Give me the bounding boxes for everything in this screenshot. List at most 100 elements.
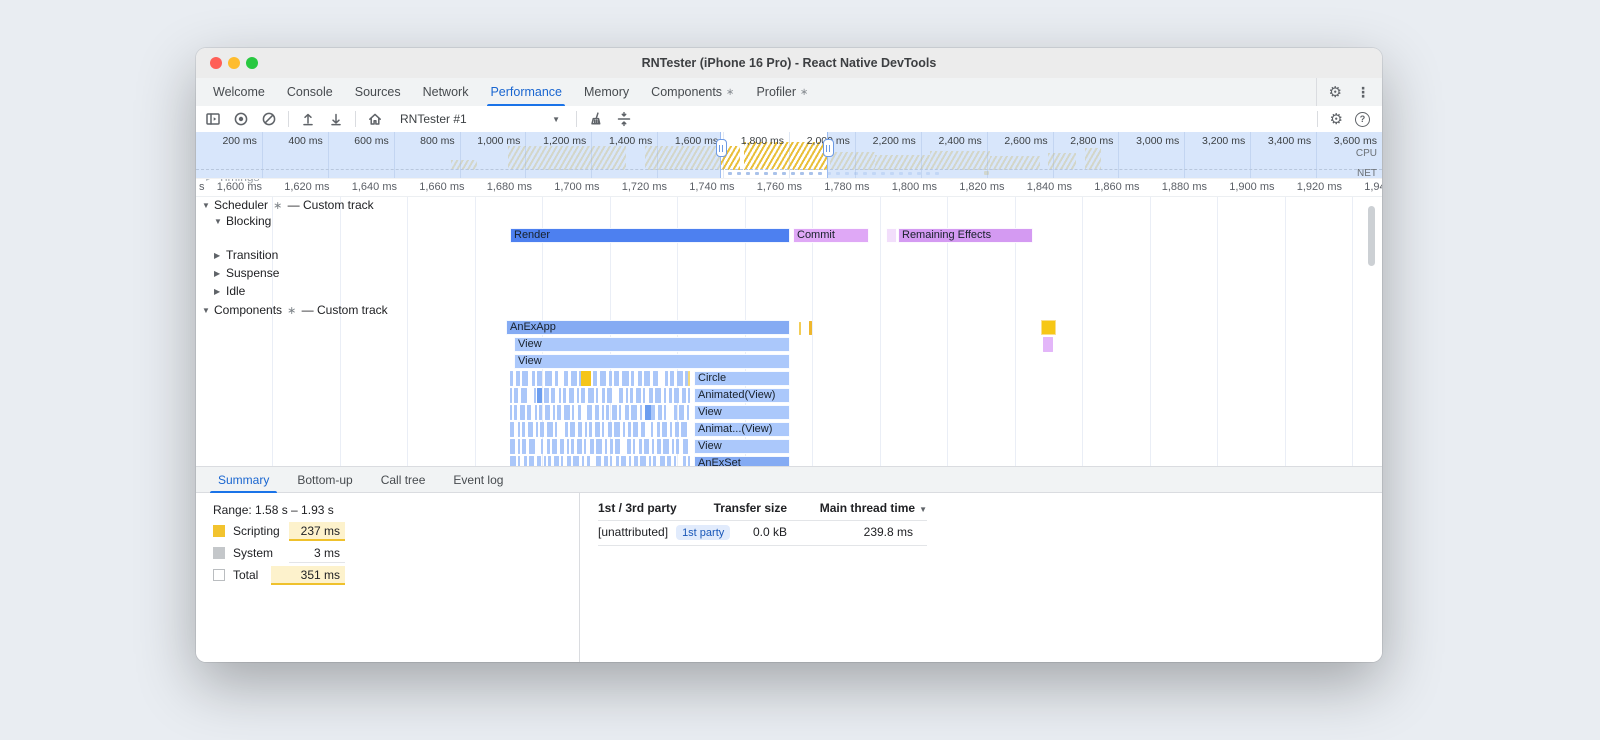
column-header-transfer-size[interactable]: Transfer size <box>714 501 787 515</box>
flame-mini-event <box>799 322 801 335</box>
collapse-flame-icon[interactable] <box>615 110 633 128</box>
close-window-button[interactable] <box>210 57 222 69</box>
overview-gridline <box>1052 132 1054 178</box>
overview-tick-label: 1,200 ms <box>543 135 587 147</box>
flame-bar-view[interactable]: View <box>694 439 790 454</box>
sort-desc-icon: ▼ <box>919 505 927 514</box>
flame-bar-animated-view-[interactable]: Animated(View) <box>694 388 790 403</box>
column-header-main-thread-time[interactable]: Main thread time ▼ <box>820 501 927 515</box>
flame-segment <box>578 405 581 420</box>
flame-bar-anexapp[interactable]: AnExApp <box>506 320 790 335</box>
scheduler-bar-pale[interactable] <box>886 228 897 243</box>
flame-segment <box>595 405 599 420</box>
flame-segment <box>585 422 587 437</box>
load-profile-icon[interactable] <box>299 110 317 128</box>
overview-gridline <box>854 132 856 178</box>
devtools-window: RNTester (iPhone 16 Pro) - React Native … <box>196 48 1382 662</box>
tab-network[interactable]: Network <box>412 78 480 106</box>
overview-gridline <box>1184 132 1186 178</box>
flame-segment <box>679 405 684 420</box>
lane-idle[interactable]: ▶ Idle <box>214 284 245 298</box>
flame-segment <box>619 405 621 420</box>
capture-settings-gear-icon[interactable]: ⚙ <box>1330 110 1343 128</box>
flame-segment <box>677 371 683 386</box>
details-tab-event-log[interactable]: Event log <box>439 467 517 492</box>
details-tab-summary[interactable]: Summary <box>204 467 283 493</box>
track-label: Suspense <box>226 266 280 280</box>
tab-welcome[interactable]: Welcome <box>202 78 276 106</box>
clear-icon[interactable] <box>260 110 278 128</box>
flame-segment <box>529 439 535 454</box>
overview-gridline <box>327 132 329 178</box>
flame-segment <box>622 371 629 386</box>
flame-bar-circle[interactable]: Circle <box>694 371 790 386</box>
overview-tick-label: 400 ms <box>288 135 323 147</box>
flame-segment <box>602 388 605 403</box>
ruler-tick-label: 1,820 ms <box>959 181 1005 193</box>
scheduler-bar-commit[interactable]: Commit <box>793 228 869 243</box>
flame-bar-view[interactable]: View <box>514 354 790 369</box>
vertical-scrollbar[interactable] <box>1368 206 1375 266</box>
flame-segment-highlight <box>581 371 591 386</box>
save-profile-icon[interactable] <box>327 110 345 128</box>
tab-profiler[interactable]: Profiler ∗ <box>745 78 819 106</box>
flame-bar-animat-view-[interactable]: Animat...(View) <box>694 422 790 437</box>
flame-segment <box>629 456 631 466</box>
collapsed-triangle-icon: ▶ <box>214 269 221 278</box>
flame-segment <box>563 388 566 403</box>
flame-segment <box>653 456 656 466</box>
flame-mini-event <box>1041 320 1056 335</box>
flame-segment <box>644 439 649 454</box>
scheduler-bar-remaining-effects[interactable]: Remaining Effects <box>898 228 1033 243</box>
scheduler-bar-render[interactable]: Render <box>510 228 790 243</box>
flame-bar-view[interactable]: View <box>514 337 790 352</box>
track-components[interactable]: ▼ Components ∗ — Custom track <box>202 303 388 317</box>
tab-console[interactable]: Console <box>276 78 344 106</box>
tab-sources[interactable]: Sources <box>344 78 412 106</box>
track-label: Scheduler <box>214 198 269 212</box>
flame-segment <box>554 456 559 466</box>
selection-handle-right[interactable] <box>822 139 834 157</box>
help-icon[interactable]: ? <box>1355 111 1370 127</box>
lane-transition[interactable]: ▶ Transition <box>214 248 278 262</box>
tab-components[interactable]: Components ∗ <box>640 78 745 106</box>
timeline-overview[interactable]: 200 ms 400 ms 600 ms 800 ms 1,000 ms 1,200 ms… <box>196 132 1382 179</box>
flame-segment <box>537 371 542 386</box>
flame-segment <box>610 439 613 454</box>
details-tab-call-tree[interactable]: Call tree <box>367 467 440 492</box>
details-panel: Range: 1.58 s – 1.93 s Scripting 237 ms Sy… <box>196 493 1382 662</box>
lane-blocking[interactable]: ▼ Blocking <box>214 214 271 228</box>
flame-segment <box>631 371 634 386</box>
flame-bar-view[interactable]: View <box>694 405 790 420</box>
lane-suspense[interactable]: ▶ Suspense <box>214 266 279 280</box>
flame-segment <box>660 456 665 466</box>
track-label: Components <box>214 303 283 317</box>
settings-gear-icon[interactable]: ⚙ <box>1329 83 1342 101</box>
table-row[interactable]: [unattributed] 1st party <box>598 525 731 540</box>
selection-handle-left[interactable] <box>715 139 727 157</box>
minimize-window-button[interactable] <box>228 57 240 69</box>
flame-segment <box>602 405 604 420</box>
flame-segment <box>627 439 631 454</box>
flame-gridline <box>474 196 476 466</box>
flame-segment <box>667 456 671 466</box>
overview-tick-label: 600 ms <box>354 135 389 147</box>
toggle-sidebar-icon[interactable] <box>204 110 222 128</box>
tab-memory[interactable]: Memory <box>573 78 640 106</box>
track-scheduler[interactable]: ▼ Scheduler ∗ — Custom track <box>202 198 374 212</box>
ruler-tick-label: 1,620 ms <box>284 181 330 193</box>
column-header-party[interactable]: 1st / 3rd party <box>598 501 677 515</box>
devtools-tabbar: Welcome Console Sources Network Performance M… <box>196 78 1382 107</box>
more-options-kebab-icon[interactable]: ⋮ <box>1356 84 1370 101</box>
collect-garbage-icon[interactable] <box>587 110 605 128</box>
overview-gridline <box>525 132 527 178</box>
tab-performance[interactable]: Performance <box>479 78 573 107</box>
record-icon[interactable] <box>232 110 250 128</box>
home-icon[interactable] <box>366 110 384 128</box>
tab-label: Sources <box>354 85 401 99</box>
flame-chart-area[interactable]: ▼ Scheduler ∗ — Custom track ▼ Blocking ▶ Tra… <box>196 196 1382 466</box>
flame-bar-anexset[interactable]: AnExSet <box>694 456 790 466</box>
target-selector[interactable]: RNTester #1 ▼ <box>394 112 566 126</box>
zoom-window-button[interactable] <box>246 57 258 69</box>
details-tab-bottom-up[interactable]: Bottom-up <box>283 467 366 492</box>
